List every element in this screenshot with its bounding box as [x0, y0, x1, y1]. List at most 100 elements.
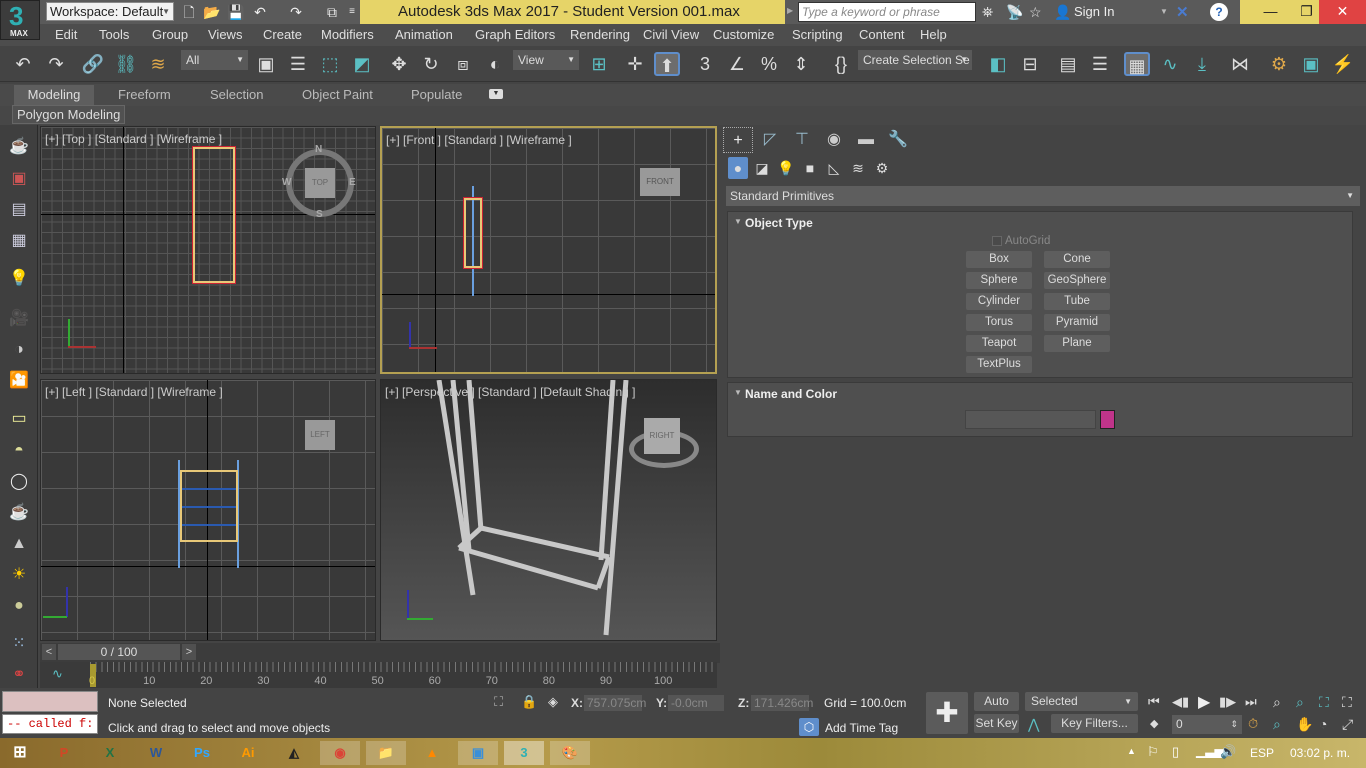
plane-button[interactable]: Plane	[1044, 335, 1110, 352]
molecule-icon[interactable]: ⚭	[6, 664, 32, 686]
bind-space-warp-icon[interactable]: ≋	[145, 52, 171, 76]
menu-content[interactable]: Content	[859, 27, 905, 42]
select-manipulate-icon[interactable]: ✛	[622, 52, 648, 76]
autodesk-exchange-icon[interactable]: ✕	[1176, 3, 1189, 21]
pivot-center-icon[interactable]: ⊞	[586, 52, 612, 76]
scene-explorer-icon[interactable]: ▤	[6, 199, 32, 221]
set-key-button[interactable]: Set Key	[974, 714, 1019, 733]
volume-icon[interactable]: 🔊	[1220, 744, 1236, 760]
object-color-swatch[interactable]	[1100, 410, 1115, 429]
next-frame-icon[interactable]: ▮▶	[1219, 694, 1236, 710]
current-frame-field[interactable]: 0 ⇕	[1172, 715, 1242, 734]
save-icon[interactable]: 💾	[227, 3, 245, 21]
menu-group[interactable]: Group	[152, 27, 188, 42]
track-bar[interactable]	[90, 662, 717, 688]
geometry-icon[interactable]: ●	[728, 157, 748, 179]
sphere-light-icon[interactable]: ◯	[6, 471, 32, 493]
object-category-dropdown[interactable]: Standard Primitives ▼	[726, 186, 1360, 206]
ribbon-tab-populate[interactable]: Populate	[411, 87, 462, 102]
selected-object-outline[interactable]	[463, 197, 483, 269]
new-file-icon[interactable]: 🗋	[180, 3, 198, 21]
particle-grid-icon[interactable]: ⁙	[6, 633, 32, 655]
menu-edit[interactable]: Edit	[55, 27, 77, 42]
menu-civil-view[interactable]: Civil View	[643, 27, 699, 42]
ribbon-tab-object-paint[interactable]: Object Paint	[302, 87, 373, 102]
sun-icon[interactable]: ☀	[6, 564, 32, 586]
unlink-icon[interactable]: ⛓	[113, 52, 139, 76]
set-key-big-button[interactable]: ✚	[926, 692, 968, 734]
customize-quick-access-icon[interactable]: ≡	[343, 3, 361, 21]
spinner-snap-icon[interactable]: ⇕	[788, 52, 814, 76]
orbit-icon[interactable]: ◔	[1319, 716, 1327, 732]
windows-start-icon[interactable]: ⊞	[0, 741, 40, 765]
render-setup-icon[interactable]: ⚙	[1266, 52, 1292, 76]
zoom-region-icon[interactable]: ⌕	[1273, 716, 1281, 733]
material-editor-icon[interactable]: ⋈	[1227, 52, 1253, 76]
box-button[interactable]: Box	[966, 251, 1032, 268]
previous-frame-icon[interactable]: ◀▮	[1172, 694, 1189, 710]
select-by-name-icon[interactable]: ☰	[285, 52, 311, 76]
taskbar-file-explorer-icon[interactable]: 📁	[366, 741, 406, 765]
viewport-top[interactable]: TOP N S E W [+] [Top ] [Standard ] [Wire…	[40, 126, 376, 374]
key-filters-button[interactable]: Key Filters...	[1051, 714, 1138, 733]
menu-customize[interactable]: Customize	[713, 27, 774, 42]
rendered-frame-window-icon[interactable]: ▣	[1298, 52, 1324, 76]
isolate-selection-icon[interactable]: ⛶	[494, 694, 503, 710]
app-menu-button[interactable]: 3 MAX	[0, 0, 40, 40]
time-tag-icon[interactable]: ⬡	[799, 718, 819, 736]
viewport-perspective[interactable]: RIGHT [+] [Perspective ] [Standard ] [De…	[380, 379, 717, 641]
previous-frame-button[interactable]: <	[42, 644, 56, 660]
modify-tab-icon[interactable]: ◸	[755, 127, 785, 153]
selected-object-outline[interactable]	[180, 470, 238, 542]
named-selection-dropdown[interactable]: Create Selection Se ▼	[858, 50, 972, 70]
menu-views[interactable]: Views	[208, 27, 242, 42]
taskbar-excel-icon[interactable]: X	[90, 741, 130, 765]
ribbon-tab-selection[interactable]: Selection	[210, 87, 263, 102]
go-to-end-icon[interactable]: ⏭	[1245, 694, 1257, 710]
maxscript-listener-input[interactable]	[2, 691, 98, 712]
default-in-out-tangents-icon[interactable]: ⋀	[1028, 716, 1039, 733]
render-production-icon[interactable]: ⚡	[1330, 52, 1356, 76]
taskbar-powerpoint-icon[interactable]: P	[44, 741, 84, 765]
menu-help[interactable]: Help	[920, 27, 947, 42]
viewport-label[interactable]: [+] [Perspective ] [Standard ] [Default …	[385, 385, 635, 399]
minimize-button[interactable]: —	[1252, 0, 1289, 24]
select-object-icon[interactable]: ▣	[253, 52, 279, 76]
percent-snap-icon[interactable]: %	[756, 52, 782, 76]
menu-tools[interactable]: Tools	[99, 27, 129, 42]
edit-named-selection-icon[interactable]: {}	[828, 52, 854, 76]
show-hidden-icons[interactable]: ▲	[1127, 746, 1136, 756]
view-cube-face[interactable]: TOP	[305, 168, 335, 198]
viewport-label[interactable]: [+] [Front ] [Standard ] [Wireframe ]	[386, 133, 572, 147]
rollout-title[interactable]: Object Type	[745, 216, 813, 230]
sign-in-button[interactable]: Sign In	[1074, 4, 1114, 19]
placement-icon[interactable]: ◐	[482, 52, 508, 76]
input-language[interactable]: ESP	[1250, 746, 1274, 760]
textplus-button[interactable]: TextPlus	[966, 356, 1032, 373]
snaps-toggle-icon[interactable]: 3	[692, 52, 718, 76]
menu-create[interactable]: Create	[263, 27, 302, 42]
taskbar-chrome-icon[interactable]: ◉	[320, 741, 360, 765]
geosphere-button[interactable]: GeoSphere	[1044, 272, 1110, 289]
project-folder-icon[interactable]: ⧉	[323, 3, 341, 21]
view-cube-face[interactable]: LEFT	[305, 420, 335, 450]
window-crossing-icon[interactable]: ◩	[349, 52, 375, 76]
zoom-extents-all-icon[interactable]: ⛶	[1342, 694, 1352, 711]
maximize-viewport-icon[interactable]: ⤢	[1342, 716, 1353, 733]
rotate-icon[interactable]: ↻	[418, 52, 444, 76]
y-coordinate-field[interactable]: -0.0cm	[668, 695, 724, 711]
close-button[interactable]: ✕	[1319, 0, 1366, 24]
toggle-ribbon-icon[interactable]: ▦	[1124, 52, 1150, 76]
link-icon[interactable]: 🔗	[80, 52, 106, 76]
pyramid-button[interactable]: Pyramid	[1044, 314, 1110, 331]
scale-icon[interactable]: ⧈	[450, 52, 476, 76]
expand-search-icon[interactable]: ▶	[787, 6, 793, 15]
camera-dome-icon[interactable]: ◑	[6, 339, 32, 361]
play-icon[interactable]: ▶	[1198, 692, 1210, 712]
align-icon[interactable]: ⊟	[1017, 52, 1043, 76]
binoculars-icon[interactable]: ⛯	[982, 4, 993, 21]
key-mode-dropdown[interactable]: Selected ▼	[1025, 692, 1138, 711]
menu-graph-editors[interactable]: Graph Editors	[475, 27, 555, 42]
polygon-modeling-panel[interactable]: Polygon Modeling	[12, 105, 126, 124]
help-icon[interactable]: ?	[1210, 3, 1228, 21]
